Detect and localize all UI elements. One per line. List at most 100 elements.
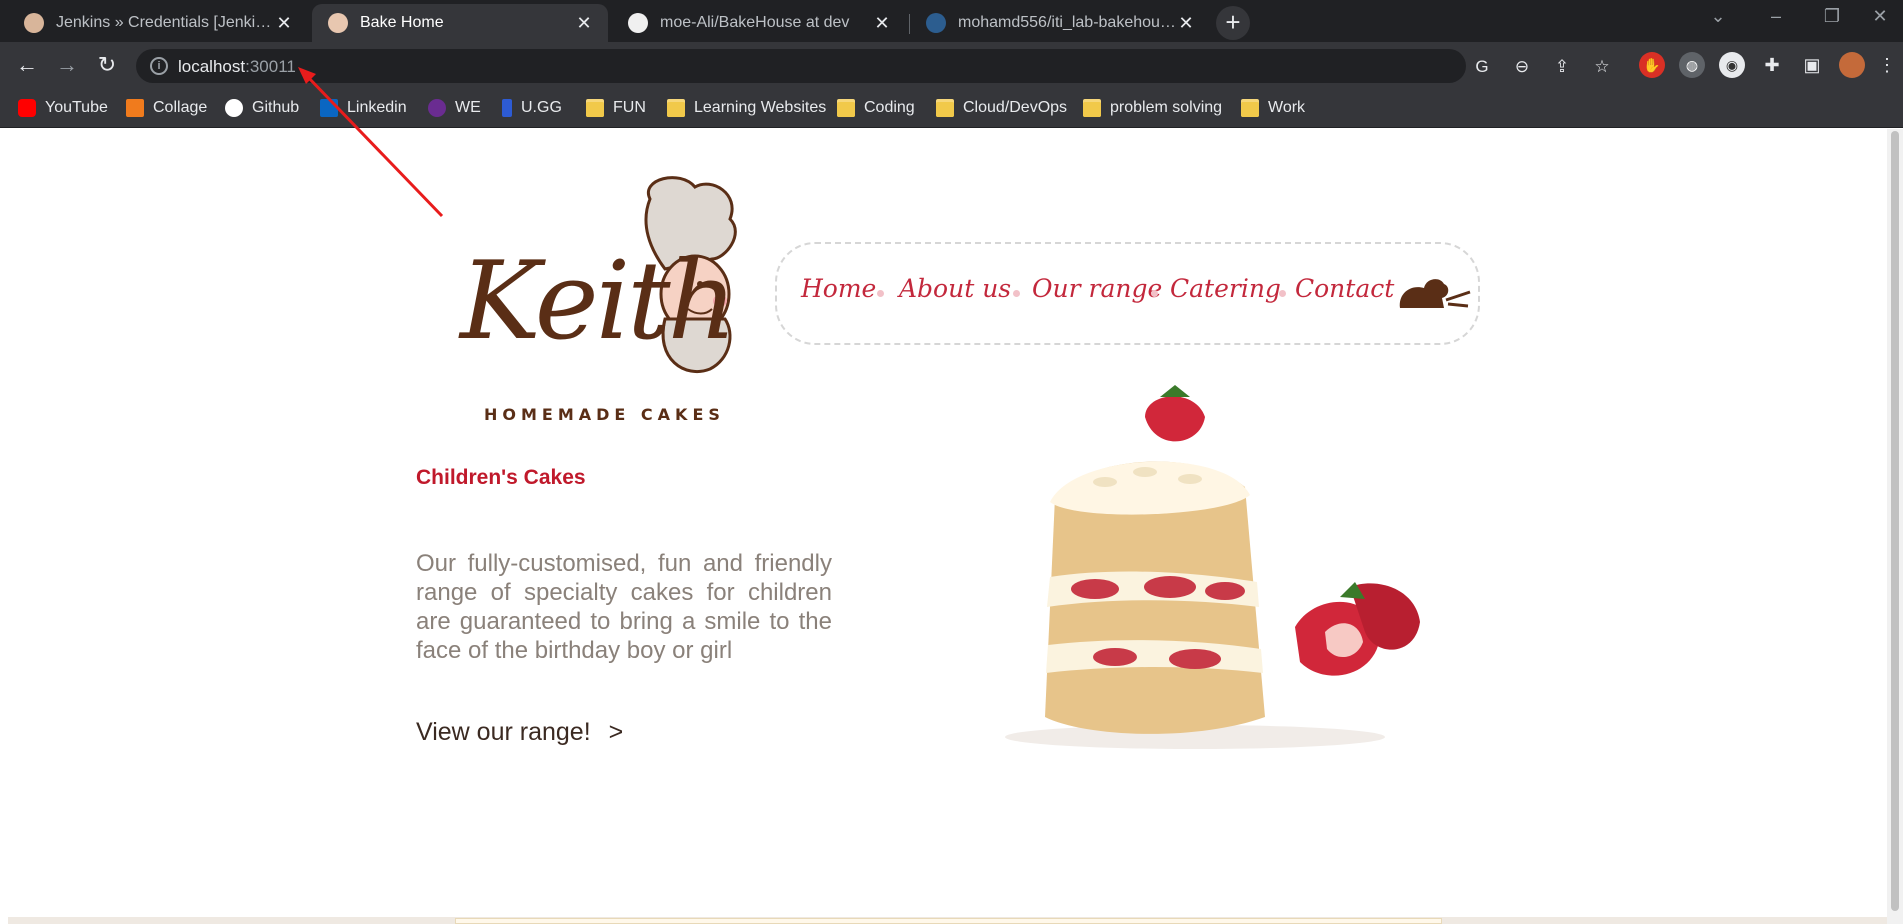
tab-title: mohamd556/iti_lab-bakehouse g (958, 14, 1176, 31)
collage-icon (126, 99, 144, 117)
page-scrollbar[interactable] (1887, 129, 1903, 924)
scrollbar-thumb[interactable] (1891, 131, 1899, 911)
adblock-extension-icon[interactable]: ✋ (1639, 52, 1665, 78)
github-icon (628, 13, 648, 33)
back-arrow-icon[interactable]: ← (12, 50, 42, 80)
nav-about-us[interactable]: About us (899, 274, 1011, 303)
cta-label: View our range! (416, 718, 591, 746)
bookmark-folder-problem-solving[interactable]: problem solving (1083, 96, 1222, 120)
profile-avatar[interactable] (1839, 52, 1865, 78)
argo-icon (926, 13, 946, 33)
url-port: :30011 (245, 57, 296, 76)
folder-icon (936, 99, 954, 117)
bookmark-folder-learning-websites[interactable]: Learning Websites (667, 96, 826, 120)
main-navigation: Home About us Our range Catering Contact (775, 242, 1480, 345)
bookmark-collage[interactable]: Collage (126, 96, 207, 120)
bookmark-label: Linkedin (347, 99, 407, 116)
tab-argo-bakehouse[interactable]: mohamd556/iti_lab-bakehouse g ✕ (910, 4, 1210, 42)
bookmark-label: Learning Websites (694, 99, 827, 116)
view-range-link[interactable]: View our range! > (416, 718, 623, 747)
nav-our-range[interactable]: Our range (1032, 274, 1162, 303)
web-page: Keith HOMEMADE CAKES Home About us Our r… (0, 129, 1903, 924)
bookmark-label: U.GG (521, 99, 562, 116)
share-icon[interactable]: ⇪ (1552, 57, 1572, 77)
bakehouse-icon (328, 13, 348, 33)
zoom-out-icon[interactable]: ⊖ (1512, 57, 1532, 77)
bookmark-github[interactable]: Github (225, 96, 299, 120)
tab-bake-home[interactable]: Bake Home ✕ (312, 4, 608, 42)
we-icon (428, 99, 446, 117)
keith-logo[interactable]: Keith HOMEMADE CAKES (450, 169, 750, 424)
close-tab-icon[interactable]: ✕ (1176, 13, 1196, 33)
cta-arrow-icon: > (608, 718, 624, 746)
bookmark-label: Coding (864, 99, 915, 116)
nav-home[interactable]: Home (801, 274, 876, 303)
restore-icon[interactable]: ❐ (1812, 6, 1852, 27)
bookmark-label: WE (455, 99, 481, 116)
nav-separator-dot (1151, 290, 1158, 297)
bookmark-folder-coding[interactable]: Coding (837, 96, 915, 120)
jenkins-icon (24, 13, 44, 33)
globe-extension-icon[interactable]: ◍ (1679, 52, 1705, 78)
new-tab-button[interactable]: + (1216, 6, 1250, 40)
nav-separator-dot (877, 290, 884, 297)
minimize-icon[interactable]: – (1756, 6, 1796, 27)
owl-extension-icon[interactable]: ◉ (1719, 52, 1745, 78)
bookmark-we[interactable]: WE (428, 96, 481, 120)
reload-icon[interactable]: ↻ (92, 50, 122, 80)
bookmark-folder-cloud-devops[interactable]: Cloud/DevOps (936, 96, 1067, 120)
bookmark-folder-work[interactable]: Work (1241, 96, 1305, 120)
tab-title: Bake Home (360, 14, 444, 31)
section-title: Children's Cakes (416, 466, 586, 489)
url-host: localhost (178, 57, 246, 76)
bookmark-label: Collage (153, 99, 208, 116)
browser-toolbar: ← → ↻ i localhost:30011 G ⊖ ⇪ ☆ ✋ ◍ ◉ ✚ … (0, 42, 1903, 88)
nav-catering[interactable]: Catering (1170, 274, 1281, 303)
youtube-icon (18, 99, 36, 117)
site-info-icon[interactable]: i (150, 57, 168, 75)
tab-title: Jenkins » Credentials [Jenkins] (56, 14, 274, 31)
linkedin-icon (320, 99, 338, 117)
extensions-puzzle-icon[interactable]: ✚ (1759, 52, 1785, 78)
ugg-icon (502, 99, 512, 117)
close-tab-icon[interactable]: ✕ (274, 13, 294, 33)
nav-separator-dot (1013, 290, 1020, 297)
nav-separator-dot (1279, 290, 1286, 297)
side-panel-icon[interactable]: ▣ (1799, 52, 1825, 78)
folder-icon (837, 99, 855, 117)
bookmark-linkedin[interactable]: Linkedin (320, 96, 407, 120)
close-tab-icon[interactable]: ✕ (872, 13, 892, 33)
google-lens-icon[interactable]: G (1472, 57, 1492, 77)
folder-icon (1083, 99, 1101, 117)
folder-icon (586, 99, 604, 117)
bookmark-ugg[interactable]: U.GG (502, 96, 562, 120)
bookmark-label: Work (1268, 99, 1306, 116)
bookmarks-bar: YouTube Collage Github Linkedin WE U.GG … (0, 88, 1903, 128)
footer-content-box (455, 918, 1442, 924)
tab-strip: Jenkins » Credentials [Jenkins] ✕ Bake H… (0, 0, 1903, 42)
bookmark-label: Github (252, 99, 300, 116)
chef-silhouette-icon (1399, 279, 1471, 308)
bookmark-label: problem solving (1110, 99, 1223, 116)
bookmark-label: FUN (613, 99, 646, 116)
bookmark-label: Cloud/DevOps (963, 99, 1068, 116)
bookmark-star-icon[interactable]: ☆ (1592, 57, 1612, 77)
tab-github-bakehouse[interactable]: moe-Ali/BakeHouse at dev ✕ (612, 4, 906, 42)
strawberry-cake-image (1005, 385, 1420, 749)
bookmark-youtube[interactable]: YouTube (18, 96, 108, 120)
folder-icon (1241, 99, 1259, 117)
close-tab-icon[interactable]: ✕ (574, 13, 594, 33)
address-bar[interactable]: i localhost:30011 G ⊖ ⇪ ☆ (136, 49, 1610, 83)
address-url[interactable]: localhost:30011 (178, 57, 296, 77)
menu-kebab-icon[interactable]: ⋮ (1874, 52, 1900, 78)
close-window-icon[interactable]: ✕ (1860, 6, 1900, 27)
tab-title: moe-Ali/BakeHouse at dev (660, 14, 850, 31)
bookmark-label: YouTube (45, 99, 108, 116)
forward-arrow-icon[interactable]: → (52, 50, 82, 80)
tab-jenkins-credentials[interactable]: Jenkins » Credentials [Jenkins] ✕ (8, 4, 308, 42)
bookmark-folder-fun[interactable]: FUN (586, 96, 646, 120)
logo-subtitle: HOMEMADE CAKES (484, 405, 725, 424)
nav-contact[interactable]: Contact (1295, 274, 1394, 303)
intro-paragraph: Our fully-customised, fun and friendly r… (416, 550, 832, 664)
tab-search-icon[interactable]: ⌄ (1698, 6, 1738, 27)
